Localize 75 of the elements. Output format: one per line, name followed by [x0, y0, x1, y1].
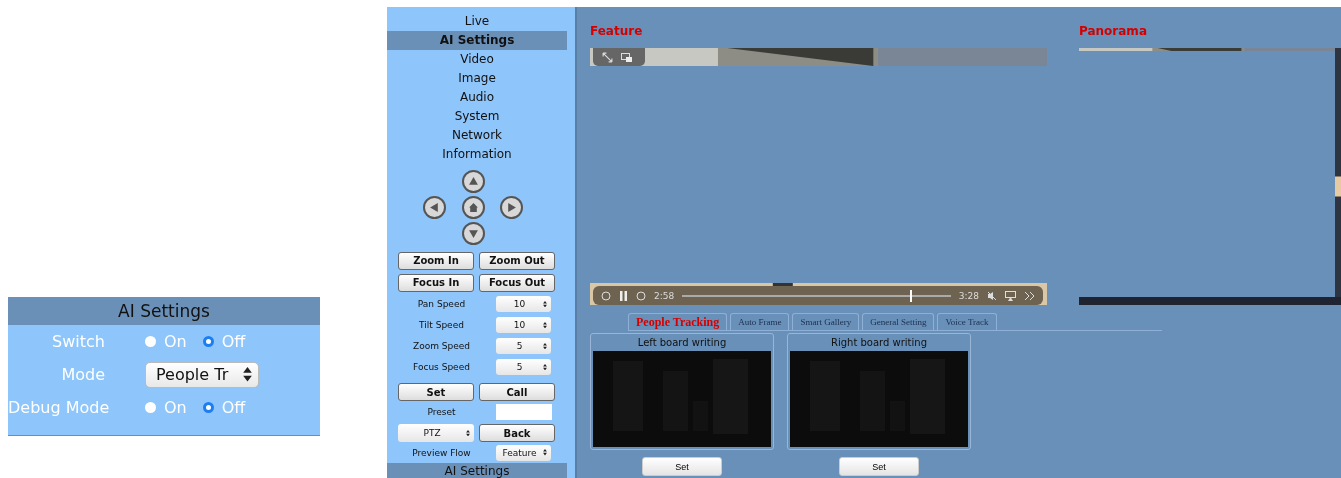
menu-item[interactable]: Video	[387, 50, 567, 69]
picture-in-picture-icon[interactable]	[621, 52, 632, 62]
up-down-icon	[543, 342, 547, 350]
speed-label: Tilt Speed	[418, 320, 465, 330]
set-button[interactable]: Set	[839, 457, 919, 476]
preview-flow-label: Preview Flow	[411, 447, 472, 458]
total-time: 3:28	[958, 290, 979, 301]
speed-label: Zoom Speed	[412, 340, 471, 351]
up-down-icon	[243, 367, 252, 382]
screen-icon[interactable]	[1005, 290, 1016, 301]
feature-title: Feature	[590, 23, 644, 40]
left-button[interactable]	[423, 196, 446, 219]
field-label: Mode	[60, 365, 105, 384]
forward-icon[interactable]	[636, 290, 646, 301]
preset-button[interactable]: Call	[479, 383, 555, 402]
radio-button[interactable]	[145, 402, 156, 413]
back-button[interactable]: Back	[479, 424, 555, 443]
home-icon	[468, 202, 479, 213]
menu-item[interactable]: Information	[387, 145, 567, 164]
preset-label: Preset	[426, 406, 457, 417]
preset-field[interactable]	[496, 403, 552, 420]
board-title: Right board writing	[831, 336, 927, 350]
radio-button[interactable]	[202, 336, 214, 347]
tab[interactable]: Voice Track	[937, 313, 997, 330]
set-button[interactable]: Set	[642, 457, 722, 476]
up-down-icon	[543, 300, 547, 308]
menu-item[interactable]: System	[387, 107, 567, 126]
tab[interactable]: Auto Frame	[730, 313, 790, 330]
menu-item[interactable]: AI Settings	[387, 31, 567, 50]
panel-title: AI Settings	[8, 297, 320, 325]
ptz-button[interactable]: Focus Out	[479, 273, 555, 292]
home-button[interactable]	[462, 196, 485, 219]
radio-button[interactable]	[202, 402, 214, 413]
up-down-icon	[543, 321, 547, 329]
tab[interactable]: Smart Gallery	[792, 313, 860, 330]
speed-select[interactable]: 10	[496, 317, 551, 333]
board-title: Left board writing	[637, 336, 727, 350]
tab[interactable]: General Setting	[862, 313, 935, 330]
rewind-icon[interactable]	[601, 290, 611, 301]
speed-label: Focus Speed	[412, 361, 471, 372]
menu-item[interactable]: Audio	[387, 88, 567, 107]
preview-flow-select[interactable]: Feature	[496, 444, 551, 461]
ptz-button[interactable]: Focus In	[398, 273, 474, 292]
preset-button[interactable]: Set	[398, 383, 474, 402]
triangle-icon	[506, 202, 517, 213]
up-down-icon	[466, 429, 470, 437]
field-label: Switch	[51, 332, 105, 351]
mode-select[interactable]: People Tr	[145, 361, 259, 388]
mute-icon[interactable]	[987, 290, 997, 301]
panorama-title: Panorama	[1079, 23, 1148, 40]
menu-item[interactable]: Live	[387, 12, 567, 31]
down-button[interactable]	[462, 222, 485, 245]
mode-select[interactable]: PTZ	[398, 424, 474, 443]
menu-item[interactable]: Image	[387, 69, 567, 88]
speed-select[interactable]: 5	[496, 358, 551, 375]
speed-select[interactable]: 10	[496, 296, 551, 313]
menu-item[interactable]: Network	[387, 126, 567, 145]
chevrons-icon[interactable]	[1024, 290, 1035, 301]
elapsed-time: 2:58	[654, 290, 675, 301]
ptz-button[interactable]: Zoom In	[398, 251, 474, 270]
right-button[interactable]	[500, 196, 523, 219]
ptz-button[interactable]: Zoom Out	[479, 251, 555, 270]
up-down-icon	[543, 449, 547, 456]
expand-icon[interactable]	[602, 51, 613, 63]
up-down-icon	[543, 363, 547, 370]
radio-button[interactable]	[145, 336, 156, 347]
sidebar-footer: AI Settings	[387, 463, 567, 478]
triangle-icon	[468, 228, 479, 239]
up-button[interactable]	[462, 170, 485, 193]
speed-select[interactable]: 5	[496, 337, 551, 354]
pause-icon[interactable]	[619, 290, 628, 301]
speed-label: Pan Speed	[416, 299, 467, 310]
triangle-icon	[468, 176, 479, 187]
seek-thumb[interactable]	[910, 289, 913, 302]
triangle-icon	[429, 202, 440, 213]
